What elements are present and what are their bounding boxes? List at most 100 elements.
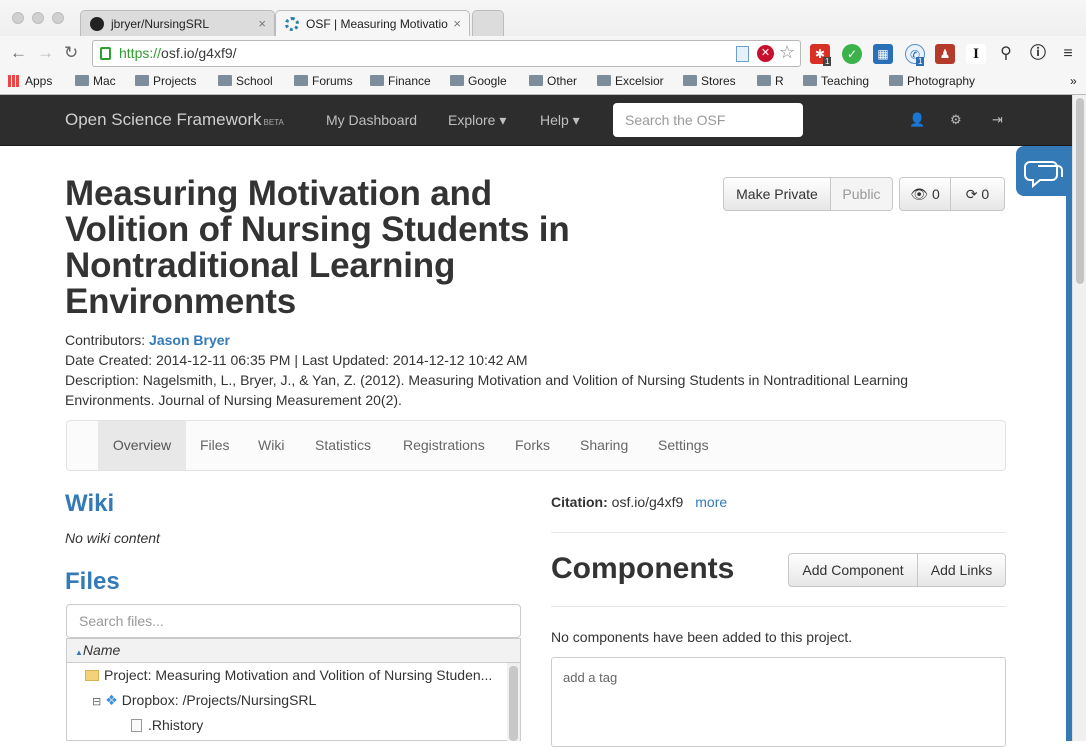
tab-settings[interactable]: Settings bbox=[644, 421, 723, 470]
gear-icon[interactable]: ⚙ bbox=[950, 112, 962, 128]
project-tabs: Overview Files Wiki Statistics Registrat… bbox=[66, 420, 1006, 471]
star-icon[interactable]: ☆ bbox=[779, 42, 795, 63]
bookmark-school[interactable]: School bbox=[218, 74, 273, 88]
bookmark-finance[interactable]: Finance bbox=[370, 74, 431, 88]
file-tree-scrollbar[interactable] bbox=[507, 663, 520, 741]
watch-button[interactable]: 👁 0 bbox=[899, 177, 951, 211]
add-component-button[interactable]: Add Component bbox=[788, 553, 918, 587]
scrollbar-thumb[interactable] bbox=[509, 666, 518, 741]
menu-icon[interactable]: ≡ bbox=[1058, 44, 1078, 64]
feedback-chat-button[interactable] bbox=[1016, 146, 1072, 196]
user-icon[interactable]: 👤 bbox=[909, 112, 925, 128]
tab-sharing[interactable]: Sharing bbox=[566, 421, 642, 470]
fork-button[interactable]: ⟳ 0 bbox=[950, 177, 1005, 211]
address-bar[interactable]: https://osf.io/g4xf9/ ✕ ☆ bbox=[92, 40, 801, 67]
file-icon bbox=[131, 719, 142, 732]
tab-statistics[interactable]: Statistics bbox=[301, 421, 385, 470]
file-search-input[interactable]: Search files... bbox=[66, 604, 521, 638]
sort-icon[interactable]: ▲ bbox=[75, 648, 83, 657]
wiki-empty-text: No wiki content bbox=[65, 530, 160, 546]
bookmarks-overflow-button[interactable]: » bbox=[1070, 74, 1077, 88]
forward-icon[interactable]: → bbox=[37, 44, 54, 62]
public-button[interactable]: Public bbox=[830, 177, 893, 211]
bookmark-photography[interactable]: Photography bbox=[889, 74, 975, 88]
osf-brand-link[interactable]: Open Science Framework BETA bbox=[65, 110, 284, 130]
bookmark-excelsior[interactable]: Excelsior bbox=[597, 74, 664, 88]
file-tree: ▲Name Project: Measuring Motivation and … bbox=[66, 638, 521, 741]
project-dates: Date Created: 2014-12-11 06:35 PM | Last… bbox=[65, 352, 528, 368]
folder-icon bbox=[683, 75, 697, 86]
reload-icon[interactable]: ↻ bbox=[64, 44, 78, 62]
page-icon[interactable] bbox=[736, 46, 749, 62]
citation-line: Citation: osf.io/g4xf9 more bbox=[551, 494, 728, 510]
scrollbar-thumb[interactable] bbox=[1076, 98, 1084, 284]
wiki-heading[interactable]: Wiki bbox=[65, 490, 114, 518]
add-links-button[interactable]: Add Links bbox=[917, 553, 1006, 587]
file-row-project[interactable]: Project: Measuring Motivation and Voliti… bbox=[85, 667, 492, 683]
check-icon[interactable]: ✓ bbox=[842, 44, 862, 64]
tab-files[interactable]: Files bbox=[186, 421, 244, 470]
tag-input[interactable]: add a tag bbox=[551, 657, 1006, 747]
zoom-window-dot[interactable] bbox=[52, 12, 64, 24]
browser-tab-osf[interactable]: OSF | Measuring Motivatio × bbox=[275, 10, 470, 36]
make-private-button[interactable]: Make Private bbox=[723, 177, 831, 211]
bookmark-r[interactable]: R bbox=[757, 74, 784, 88]
tab-overview[interactable]: Overview bbox=[98, 421, 186, 470]
bookmark-projects[interactable]: Projects bbox=[135, 74, 196, 88]
contributor-link[interactable]: Jason Bryer bbox=[149, 332, 230, 348]
extension-people-icon[interactable]: ♟ bbox=[935, 44, 955, 64]
tab-forks[interactable]: Forks bbox=[501, 421, 564, 470]
close-tab-icon[interactable]: × bbox=[453, 11, 461, 36]
logout-icon[interactable]: ⇥ bbox=[992, 112, 1003, 128]
close-tab-icon[interactable]: × bbox=[258, 11, 266, 36]
folder-icon bbox=[529, 75, 543, 86]
folder-icon bbox=[294, 75, 308, 86]
close-window-dot[interactable] bbox=[12, 12, 24, 24]
tab-title: jbryer/NursingSRL bbox=[111, 17, 210, 31]
minimize-window-dot[interactable] bbox=[32, 12, 44, 24]
bookmark-stores[interactable]: Stores bbox=[683, 74, 736, 88]
bookmark-google[interactable]: Google bbox=[450, 74, 507, 88]
osf-navbar: Open Science Framework BETA My Dashboard … bbox=[0, 95, 1072, 146]
browser-tab-github[interactable]: jbryer/NursingSRL × bbox=[80, 10, 275, 36]
info-icon[interactable]: ⓘ bbox=[1028, 44, 1048, 64]
calendar-icon[interactable]: ▦ bbox=[873, 44, 893, 64]
bookmark-forums[interactable]: Forums bbox=[294, 74, 353, 88]
folder-icon bbox=[757, 75, 771, 86]
nav-explore-dropdown[interactable]: Explore ▾ bbox=[448, 112, 506, 129]
adblock-icon[interactable]: ✕ bbox=[757, 45, 774, 62]
folder-icon bbox=[370, 75, 384, 86]
nav-my-dashboard[interactable]: My Dashboard bbox=[326, 112, 417, 128]
name-column-header[interactable]: ▲Name bbox=[67, 638, 520, 663]
collapse-icon[interactable]: ⊟ bbox=[92, 696, 101, 708]
instapaper-icon[interactable]: I bbox=[966, 44, 986, 64]
osf-search-input[interactable]: Search the OSF bbox=[613, 103, 803, 137]
files-heading[interactable]: Files bbox=[65, 568, 120, 596]
tab-registrations[interactable]: Registrations bbox=[389, 421, 499, 470]
github-icon bbox=[90, 17, 104, 31]
eye-icon: 👁 bbox=[910, 186, 929, 202]
folder-icon bbox=[218, 75, 232, 86]
pin-icon[interactable]: ⚲ bbox=[996, 44, 1016, 64]
bookmark-other[interactable]: Other bbox=[529, 74, 577, 88]
file-row-dropbox[interactable]: ⊟ ❖ Dropbox: /Projects/NursingSRL bbox=[92, 692, 316, 709]
folder-icon bbox=[597, 75, 611, 86]
bookmark-teaching[interactable]: Teaching bbox=[803, 74, 869, 88]
fork-icon: ⟳ bbox=[965, 186, 978, 202]
folder-icon bbox=[803, 75, 817, 86]
citation-more-link[interactable]: more bbox=[695, 494, 727, 510]
nav-help-dropdown[interactable]: Help ▾ bbox=[540, 112, 580, 129]
browser-chrome: jbryer/NursingSRL × OSF | Measuring Moti… bbox=[0, 0, 1086, 95]
bookmark-apps[interactable]: Apps bbox=[8, 74, 52, 88]
page-scrollbar[interactable] bbox=[1072, 95, 1086, 741]
tab-title: OSF | Measuring Motivatio bbox=[306, 17, 448, 31]
contributors-line: Contributors: Jason Bryer bbox=[65, 332, 230, 348]
new-tab-button[interactable] bbox=[472, 10, 504, 36]
components-heading: Components bbox=[551, 552, 735, 585]
file-row-rhistory[interactable]: .Rhistory bbox=[131, 717, 203, 733]
bookmark-mac[interactable]: Mac bbox=[75, 74, 116, 88]
osf-icon bbox=[285, 17, 299, 31]
project-title: Measuring Motivation and Volition of Nur… bbox=[65, 174, 570, 321]
back-icon[interactable]: ← bbox=[10, 44, 27, 62]
tab-wiki[interactable]: Wiki bbox=[244, 421, 298, 470]
